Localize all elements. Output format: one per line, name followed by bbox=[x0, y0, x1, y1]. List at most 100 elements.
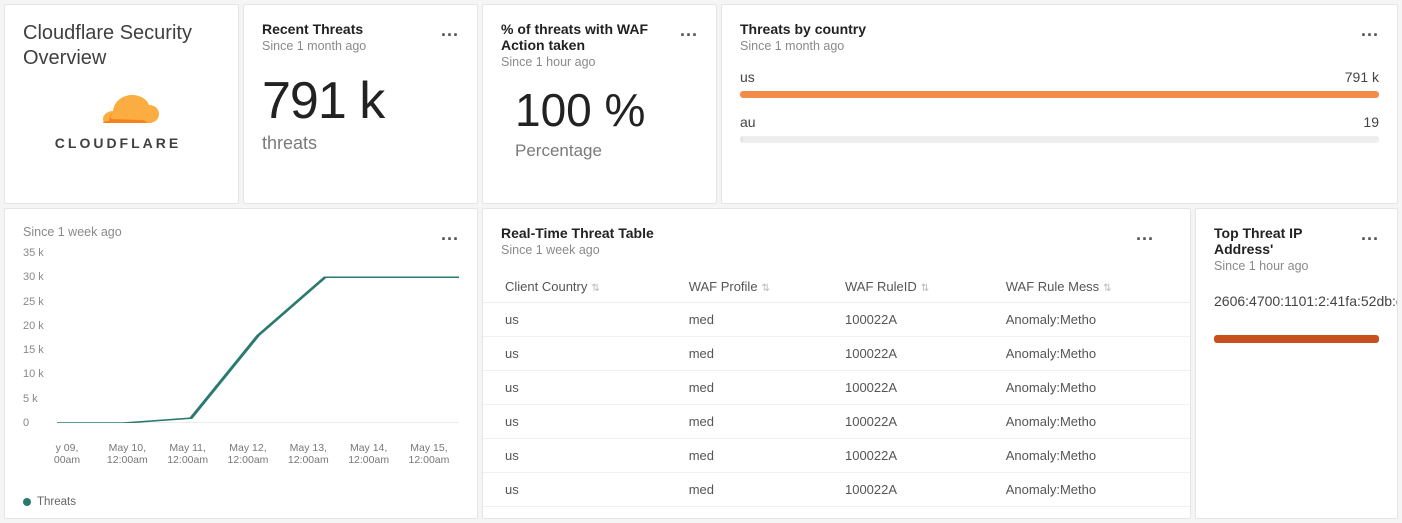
table-row[interactable]: usmed100022AAnomaly:Metho bbox=[483, 439, 1190, 473]
dashboard-header-card: Cloudflare Security Overview CLOUDFLARE bbox=[4, 4, 239, 204]
y-tick-label: 5 k bbox=[23, 393, 38, 405]
dashboard-title: Cloudflare Security Overview bbox=[23, 21, 220, 71]
pct-waf-card: % of threats with WAF Action taken Since… bbox=[482, 4, 717, 204]
country-value: 19 bbox=[1363, 114, 1379, 130]
by-country-title: Threats by country bbox=[740, 21, 866, 37]
pct-waf-value: 100 % bbox=[515, 83, 698, 137]
table-cell: Anomaly:Metho bbox=[996, 303, 1190, 337]
table-cell: 100022A bbox=[835, 405, 996, 439]
table-row[interactable]: usmed100022AAnomaly:Metho bbox=[483, 337, 1190, 371]
ip-bar-row[interactable]: 2606:4700:1101:2:41fa:52db:df31:16861.31… bbox=[1214, 293, 1379, 343]
table-header[interactable]: WAF Profile⇅ bbox=[679, 271, 835, 303]
country-bar-row[interactable]: au 19 bbox=[740, 114, 1379, 143]
table-header[interactable]: WAF Rule Mess⇅ bbox=[996, 271, 1190, 303]
more-icon[interactable]: ... bbox=[1361, 21, 1379, 39]
table-cell: us bbox=[483, 473, 679, 507]
table-cell: Anomaly:Metho bbox=[996, 371, 1190, 405]
bar-bg bbox=[740, 136, 1379, 143]
table-cell: med bbox=[679, 473, 835, 507]
threats-timeseries-card: Since 1 week ago ... 0 5 k 10 k 15 k 20 k 25 … bbox=[4, 208, 478, 519]
bar-bg bbox=[740, 91, 1379, 98]
y-tick-label: 0 bbox=[23, 417, 29, 429]
x-tick-label: May 12,12:00am bbox=[218, 442, 278, 467]
y-tick-label: 10 k bbox=[23, 368, 44, 380]
table-cell: Anomaly:Metho bbox=[996, 439, 1190, 473]
y-tick-label: 35 k bbox=[23, 247, 44, 259]
table-header[interactable]: Client Country⇅ bbox=[483, 271, 679, 303]
sort-icon: ⇅ bbox=[1103, 283, 1111, 294]
table-cell: us bbox=[483, 439, 679, 473]
bar-fill bbox=[740, 136, 743, 143]
x-tick-label: May 13,12:00am bbox=[278, 442, 338, 467]
x-tick-label: May 15,12:00am bbox=[399, 442, 459, 467]
sort-icon: ⇅ bbox=[762, 283, 770, 294]
sort-icon: ⇅ bbox=[591, 283, 599, 294]
table-cell: us bbox=[483, 303, 679, 337]
top-ip-since: Since 1 hour ago bbox=[1214, 259, 1361, 273]
table-cell: us bbox=[483, 337, 679, 371]
recent-threats-label: threats bbox=[262, 133, 459, 154]
table-cell: 100022A bbox=[835, 303, 996, 337]
ip-label: 2606:4700:1101:2:41fa:52db:df31:1686 bbox=[1214, 293, 1398, 325]
chart-legend: Threats bbox=[23, 496, 76, 508]
pct-waf-title: % of threats with WAF Action taken bbox=[501, 21, 671, 53]
table-cell: Anomaly:Metho bbox=[996, 405, 1190, 439]
y-tick-label: 25 k bbox=[23, 296, 44, 308]
table-row[interactable]: usmed100022AAnomaly:Metho bbox=[483, 303, 1190, 337]
recent-threats-card: Recent Threats Since 1 month ago ... 791… bbox=[243, 4, 478, 204]
table-cell: med bbox=[679, 405, 835, 439]
cloudflare-cloud-icon bbox=[53, 93, 183, 133]
table-cell: us bbox=[483, 405, 679, 439]
threat-table-since: Since 1 week ago bbox=[501, 243, 654, 257]
top-ip-card: Top Threat IP Address' Since 1 hour ago … bbox=[1195, 208, 1398, 519]
more-icon[interactable]: ... bbox=[1361, 225, 1379, 243]
table-cell: med bbox=[679, 371, 835, 405]
table-cell: Anomaly:Metho bbox=[996, 473, 1190, 507]
x-tick-label: May 10,12:00am bbox=[97, 442, 157, 467]
table-cell: Anomaly:Metho bbox=[996, 337, 1190, 371]
x-tick-label: May 14,12:00am bbox=[339, 442, 399, 467]
pct-waf-since: Since 1 hour ago bbox=[501, 55, 671, 69]
table-row[interactable]: usmed100022AAnomaly:Metho bbox=[483, 405, 1190, 439]
cloudflare-wordmark: CLOUDFLARE bbox=[55, 135, 181, 151]
threat-table-title: Real-Time Threat Table bbox=[501, 225, 654, 241]
table-row[interactable]: usmed100022AAnomaly:Metho bbox=[483, 473, 1190, 507]
legend-dot-icon bbox=[23, 498, 31, 506]
country-bar-row[interactable]: us 791 k bbox=[740, 69, 1379, 98]
pct-waf-label: Percentage bbox=[515, 141, 698, 161]
x-tick-label: May 11,12:00am bbox=[158, 442, 218, 467]
recent-threats-value: 791 k bbox=[262, 71, 459, 131]
y-tick-label: 20 k bbox=[23, 320, 44, 332]
table-cell: 100022A bbox=[835, 337, 996, 371]
threat-table-card: Real-Time Threat Table Since 1 week ago … bbox=[482, 208, 1191, 519]
timeseries-since: Since 1 week ago bbox=[23, 225, 122, 239]
table-cell: us bbox=[483, 371, 679, 405]
country-label: us bbox=[740, 69, 755, 85]
table-cell: med bbox=[679, 439, 835, 473]
country-value: 791 k bbox=[1345, 69, 1379, 85]
more-icon[interactable]: ... bbox=[1136, 225, 1154, 243]
top-ip-title: Top Threat IP Address' bbox=[1214, 225, 1361, 257]
table-cell: 100022A bbox=[835, 439, 996, 473]
table-cell: 100022A bbox=[835, 371, 996, 405]
country-label: au bbox=[740, 114, 756, 130]
table-cell: 100022A bbox=[835, 473, 996, 507]
recent-threats-title: Recent Threats bbox=[262, 21, 366, 37]
threat-table: Client Country⇅WAF Profile⇅WAF RuleID⇅WA… bbox=[483, 271, 1190, 507]
sort-icon: ⇅ bbox=[921, 283, 929, 294]
table-cell: med bbox=[679, 337, 835, 371]
y-tick-label: 30 k bbox=[23, 271, 44, 283]
more-icon[interactable]: ... bbox=[441, 21, 459, 39]
cloudflare-logo: CLOUDFLARE bbox=[23, 87, 213, 157]
table-header[interactable]: WAF RuleID⇅ bbox=[835, 271, 996, 303]
legend-label: Threats bbox=[37, 496, 76, 508]
table-cell: med bbox=[679, 303, 835, 337]
threats-by-country-card: Threats by country Since 1 month ago ...… bbox=[721, 4, 1398, 204]
bar-fill bbox=[740, 91, 1379, 98]
more-icon[interactable]: ... bbox=[441, 225, 459, 243]
recent-threats-since: Since 1 month ago bbox=[262, 39, 366, 53]
more-icon[interactable]: ... bbox=[680, 21, 698, 39]
ip-bar-fill bbox=[1214, 335, 1379, 343]
y-tick-label: 15 k bbox=[23, 344, 44, 356]
table-row[interactable]: usmed100022AAnomaly:Metho bbox=[483, 371, 1190, 405]
